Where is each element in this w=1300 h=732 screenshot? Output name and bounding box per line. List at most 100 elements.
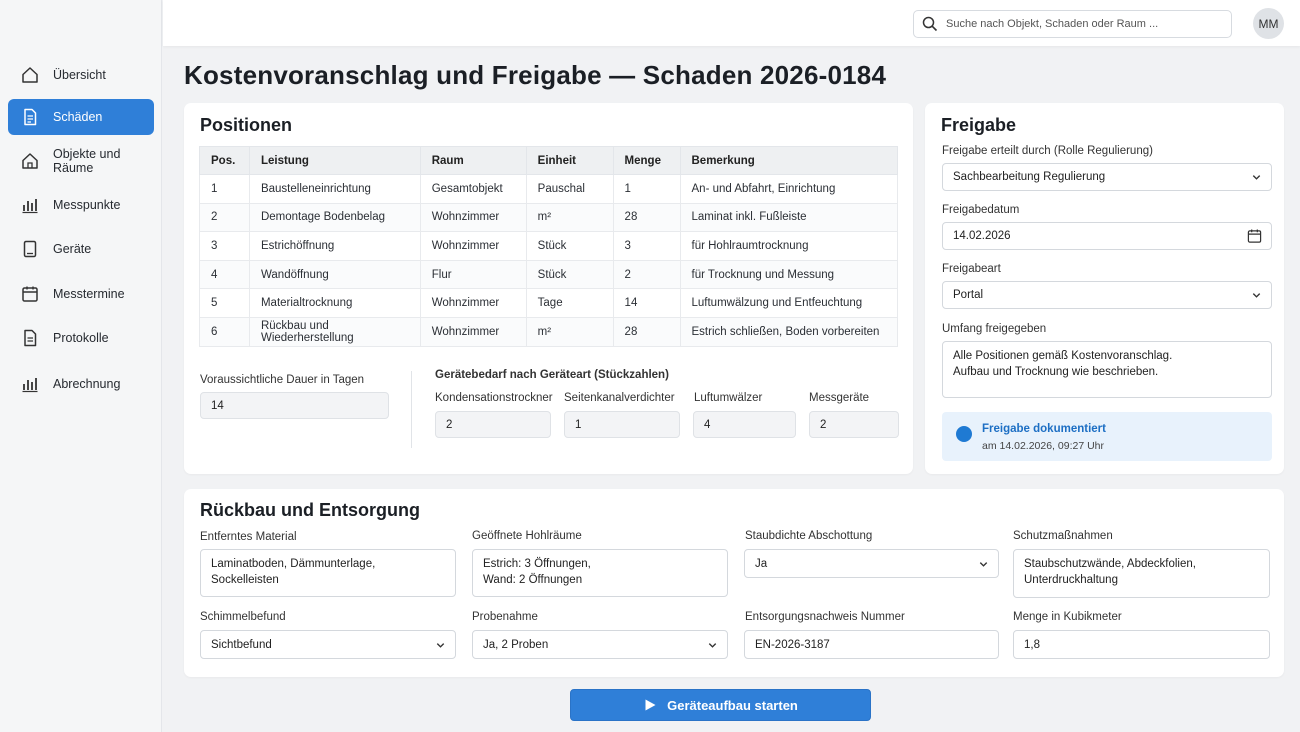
sidebar-item-messtermine[interactable]: Messtermine [8, 276, 154, 312]
sidebar-item-label: Messpunkte [53, 198, 121, 212]
calendar-icon[interactable] [1247, 229, 1262, 244]
date-value: 14.02.2026 [953, 230, 1011, 242]
table-row[interactable]: 2 Demontage Bodenbelag Wohnzimmer m² 28 Lamin… [199, 202, 898, 233]
dust-barrier-select[interactable]: Ja [744, 549, 999, 578]
volume-field[interactable]: 1,8 [1013, 630, 1270, 659]
sidebar-item-label: Abrechnung [53, 377, 121, 391]
cell-bemerkung: für Trocknung und Messung [679, 259, 898, 290]
column-header[interactable]: Leistung [248, 146, 421, 175]
page-title: Kostenvoranschlag und Freigabe — Schaden… [184, 60, 887, 90]
cell-pos: 4 [199, 259, 250, 290]
chevron-down-icon [1252, 293, 1261, 298]
cell-einheit: Stück [525, 231, 614, 261]
search-input[interactable] [946, 18, 1216, 30]
column-header[interactable]: Einheit [525, 146, 614, 175]
sidebar-item-label: Objekte und Räume [53, 147, 121, 175]
column-header[interactable]: Pos. [199, 146, 250, 175]
duration-field[interactable]: 14 [200, 392, 389, 419]
device-icon [20, 239, 40, 259]
positions-table: Pos. Leistung Raum Einheit Menge Bemerku… [199, 146, 898, 347]
calendar-icon [20, 284, 40, 304]
device-label: Kondensationstrockner [435, 392, 553, 404]
column-header[interactable]: Bemerkung [679, 146, 898, 175]
search-box[interactable] [913, 10, 1232, 38]
column-header[interactable]: Raum [419, 146, 527, 175]
duration-label: Voraussichtliche Dauer in Tagen [200, 374, 365, 386]
sidebar-item-messpunkte[interactable]: Messpunkte [8, 187, 154, 223]
protection-label: Schutzmaßnahmen [1013, 530, 1113, 542]
sample-select[interactable]: Ja, 2 Proben [472, 630, 728, 659]
type-label: Freigabeart [942, 263, 1001, 275]
cavities-field[interactable]: Estrich: 3 Öffnungen, Wand: 2 Öffnungen [472, 549, 728, 597]
file-icon [20, 328, 40, 348]
disposal-proof-field[interactable]: EN-2026-3187 [744, 630, 999, 659]
date-label: Freigabedatum [942, 204, 1020, 216]
device-count-field[interactable]: 2 [435, 411, 551, 438]
device-count-field[interactable]: 4 [693, 411, 796, 438]
play-icon [645, 699, 656, 711]
protection-field[interactable]: Staubschutzwände, Abdeckfolien, Unterdru… [1013, 549, 1270, 598]
table-row[interactable]: 1 Baustelleneinrichtung Gesamtobjekt Pausch… [199, 174, 898, 204]
removed-material-field[interactable]: Laminatboden, Dämmunterlage, Sockelleist… [200, 549, 456, 597]
building-icon [20, 151, 40, 171]
table-row[interactable]: 4 Wandöffnung Flur Stück 2 für Trocknung und … [199, 259, 898, 290]
divider [411, 371, 412, 448]
scope-label: Umfang freigegeben [942, 323, 1047, 335]
cell-raum: Gesamtobjekt [419, 174, 527, 204]
home-icon [20, 65, 40, 85]
sidebar-item-protokolle[interactable]: Protokolle [8, 320, 154, 356]
removed-material-label: Entferntes Material [200, 531, 297, 543]
approval-notice: Freigabe dokumentiert am 14.02.2026, 09:… [942, 412, 1272, 461]
cell-menge: 14 [612, 288, 681, 318]
bar-chart-icon [20, 374, 40, 394]
scope-textarea[interactable]: Alle Positionen gemäß Kostenvoranschlag.… [942, 341, 1272, 398]
approval-card: Freigabe Freigabe erteilt durch (Rolle R… [925, 103, 1284, 474]
cell-einheit: Stück [525, 259, 614, 290]
table-row[interactable]: 6 Rückbau und Wiederherstellung Wohnzimmer… [199, 316, 898, 347]
cell-pos: 3 [199, 231, 250, 261]
cell-einheit: Pauschal [525, 174, 614, 204]
avatar[interactable]: MM [1253, 8, 1284, 39]
sidebar-item-uebersicht[interactable]: Übersicht [8, 57, 154, 93]
devices-heading: Gerätebedarf nach Geräteart (Stückzahlen… [435, 369, 669, 381]
mold-select[interactable]: Sichtbefund [200, 630, 456, 659]
chevron-down-icon [708, 642, 717, 648]
disposal-card: Rückbau und Entsorgung Entferntes Materi… [184, 489, 1284, 677]
sidebar-item-objekte[interactable]: Objekte und Räume [8, 143, 154, 179]
cell-bemerkung: Laminat inkl. Fußleiste [679, 202, 898, 233]
start-setup-label: Geräteaufbau starten [667, 697, 798, 713]
cell-raum: Wohnzimmer [419, 288, 527, 318]
sidebar-item-geraete[interactable]: Geräte [8, 231, 154, 267]
dust-barrier-label: Staubdichte Abschottung [745, 530, 873, 542]
approval-title: Freigabe [941, 115, 1017, 135]
cell-pos: 2 [199, 202, 250, 233]
document-icon [20, 107, 40, 127]
table-row[interactable]: 5 Materialtrocknung Wohnzimmer Tage 14 Luftum… [199, 288, 898, 318]
table-header-row: Pos. Leistung Raum Einheit Menge Bemerku… [199, 146, 898, 175]
type-value: Portal [953, 289, 984, 301]
cell-bemerkung: An- und Abfahrt, Einrichtung [679, 174, 898, 204]
date-field[interactable]: 14.02.2026 [942, 222, 1272, 250]
cell-bemerkung: Estrich schließen, Boden vorbereiten [679, 316, 898, 347]
notice-timestamp: am 14.02.2026, 09:27 Uhr [982, 440, 1105, 452]
cell-menge: 2 [612, 259, 681, 290]
sidebar-item-label: Übersicht [53, 68, 106, 82]
sample-value: Ja, 2 Proben [483, 638, 549, 651]
device-count-field[interactable]: 2 [809, 411, 899, 438]
approved-by-select[interactable]: Sachbearbeitung Regulierung [942, 163, 1272, 191]
sidebar-item-schaeden[interactable]: Schäden [8, 99, 154, 135]
cell-menge: 1 [612, 174, 681, 204]
search-icon [922, 16, 938, 32]
table-row[interactable]: 3 Estrichöffnung Wohnzimmer Stück 3 für Hohlr… [199, 231, 898, 261]
cell-leistung: Wandöffnung [248, 259, 421, 290]
dust-barrier-value: Ja [755, 557, 768, 570]
disposal-title: Rückbau und Entsorgung [200, 500, 420, 520]
approved-by-value: Sachbearbeitung Regulierung [953, 171, 1106, 183]
chevron-down-icon [979, 561, 988, 567]
sidebar-item-abrechnung[interactable]: Abrechnung [8, 366, 154, 402]
column-header[interactable]: Menge [612, 146, 681, 175]
type-select[interactable]: Portal [942, 281, 1272, 309]
sidebar-item-label: Protokolle [53, 331, 109, 345]
start-setup-button[interactable]: Geräteaufbau starten [570, 689, 871, 721]
device-count-field[interactable]: 1 [564, 411, 680, 438]
